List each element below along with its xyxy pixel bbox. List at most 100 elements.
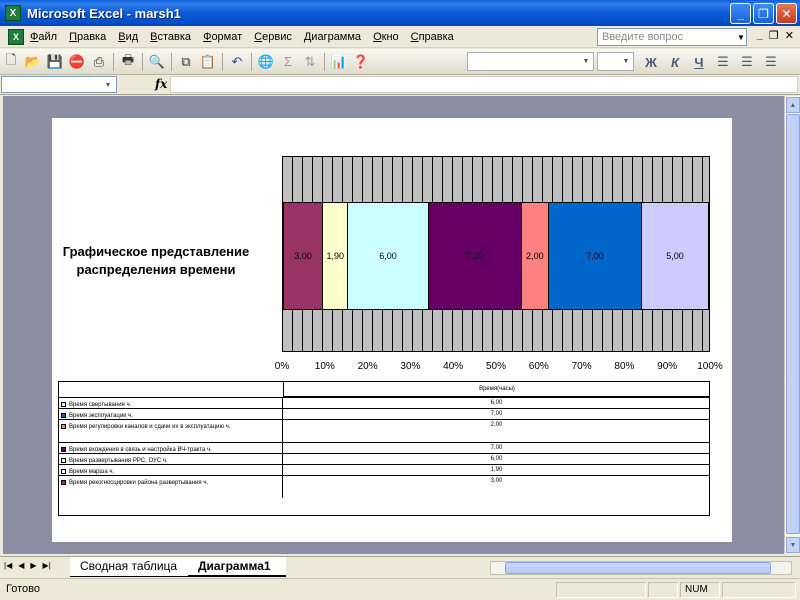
data-table-row-label: Время развертывания РРС, ОУС ч.	[59, 454, 283, 464]
align-left-icon[interactable]: ☰	[713, 52, 733, 72]
data-table-row: Время свертывания ч. 6,00	[59, 397, 710, 408]
x-tick-label: 100%	[697, 361, 723, 372]
legend-text: Время регулировки каналов и сдачи их в э…	[69, 424, 231, 430]
menu-chart[interactable]: Диаграмма	[298, 26, 367, 48]
data-table[interactable]: Время(часы) Время свертывания ч. 6,00 Врем…	[58, 381, 710, 516]
data-table-row-label: Время эксплуатации ч.	[59, 409, 283, 419]
formula-input[interactable]	[170, 76, 798, 93]
sort-icon[interactable]: ⇅	[300, 52, 320, 72]
font-size-select[interactable]: ▼	[597, 52, 634, 71]
bar-segment[interactable]: 3,00	[283, 202, 324, 310]
minimize-button[interactable]: _	[730, 3, 751, 24]
paste-icon[interactable]: 📋	[198, 52, 218, 72]
workbook-icon[interactable]: X	[8, 28, 24, 45]
bar-segment[interactable]: 6,00	[348, 202, 429, 310]
hyperlink-icon[interactable]: 🌐	[256, 52, 276, 72]
chart-wizard-icon[interactable]: 📊	[329, 52, 349, 72]
bar-segment[interactable]: 1,90	[323, 202, 349, 310]
tab-chart1[interactable]: Диаграмма1	[188, 557, 286, 577]
data-table-row-label: Время свертывания ч.	[59, 398, 283, 408]
menu-format[interactable]: Формат	[197, 26, 248, 48]
chart-title[interactable]: Графическое представление распределения …	[56, 243, 256, 279]
doc-minimize-button[interactable]: _	[757, 29, 763, 42]
bar-segment[interactable]: 5,00	[642, 202, 709, 310]
plot-area[interactable]: 3,00 1,90 6,00 7,00 2,00 7,00 5,00	[282, 156, 710, 352]
bar-segment[interactable]: 7,00	[428, 202, 523, 310]
data-table-value: 6,00	[490, 400, 503, 406]
name-box-dropdown-icon[interactable]: ▼	[102, 78, 114, 93]
data-table-row: Время развертывания РРС, ОУС ч. 6,00	[59, 453, 710, 464]
bar-data-label: 3,00	[294, 251, 312, 261]
x-tick-label: 80%	[614, 361, 635, 372]
bar-data-label: 1,90	[326, 251, 344, 261]
horizontal-scroll-thumb[interactable]	[505, 562, 771, 574]
status-bar: Готово NUM	[0, 578, 800, 600]
x-tick-label: 10%	[314, 361, 335, 372]
toolbar-separator	[324, 52, 325, 71]
underline-button[interactable]: Ч	[689, 52, 709, 72]
autosum-icon[interactable]: Σ	[278, 52, 298, 72]
menu-insert[interactable]: Вставка	[144, 26, 197, 48]
align-right-icon[interactable]: ☰	[761, 52, 781, 72]
vertical-scroll-thumb[interactable]	[786, 114, 800, 534]
size-dropdown-icon[interactable]: ▼	[620, 54, 632, 69]
menu-edit[interactable]: Правка	[63, 26, 112, 48]
bar-segment[interactable]: 2,00	[522, 202, 549, 310]
menu-help[interactable]: Справка	[405, 26, 460, 48]
menu-window[interactable]: Окно	[367, 26, 405, 48]
excel-app-icon[interactable]: X	[5, 5, 21, 21]
name-box[interactable]: ▼	[1, 76, 117, 93]
research-icon[interactable]: 🔍	[147, 52, 167, 72]
help-question-input[interactable]: Введите вопрос	[597, 28, 747, 46]
tab-summary-table[interactable]: Сводная таблица	[70, 557, 190, 577]
doc-close-button[interactable]: ✕	[785, 29, 794, 42]
maximize-button[interactable]: ❐	[753, 3, 774, 24]
menu-file[interactable]: Файл	[24, 26, 63, 48]
open-icon[interactable]: 📂	[23, 52, 43, 72]
toolbar-separator	[222, 52, 223, 71]
bar-data-label: 2,00	[526, 251, 544, 261]
x-tick-label: 0%	[274, 361, 290, 372]
data-table-row: Время рекогносцировки района развертыван…	[59, 475, 710, 498]
toolbar-separator	[251, 52, 252, 71]
copy-icon[interactable]: ⧉	[176, 52, 196, 72]
num-lock-indicator: NUM	[680, 582, 720, 598]
first-sheet-icon[interactable]: |◀	[4, 561, 12, 570]
toolbar-separator	[113, 52, 114, 71]
close-button[interactable]: ✕	[776, 3, 797, 24]
last-sheet-icon[interactable]: ▶|	[43, 561, 51, 570]
x-tick-label: 40%	[443, 361, 464, 372]
font-name-select[interactable]: ▼	[467, 52, 594, 71]
insert-function-icon[interactable]: fx	[155, 77, 167, 91]
print-preview-icon[interactable]: ⎙	[89, 52, 109, 72]
menu-tools[interactable]: Сервис	[248, 26, 298, 48]
menu-view[interactable]: Вид	[112, 26, 144, 48]
horizontal-scrollbar[interactable]	[490, 561, 792, 575]
new-icon[interactable]: 🗋	[1, 52, 21, 72]
permission-icon[interactable]: ⛔	[67, 52, 87, 72]
bold-button[interactable]: Ж	[641, 52, 661, 72]
font-dropdown-icon[interactable]: ▼	[580, 54, 592, 69]
x-tick-label: 60%	[528, 361, 549, 372]
italic-button[interactable]: К	[665, 52, 685, 72]
align-center-icon[interactable]: ☰	[737, 52, 757, 72]
print-icon[interactable]: 🖶	[118, 52, 138, 72]
doc-restore-button[interactable]: ❐	[769, 29, 779, 42]
scroll-up-icon[interactable]: ▲	[786, 97, 800, 113]
scroll-down-icon[interactable]: ▼	[786, 537, 800, 553]
x-tick-label: 90%	[657, 361, 678, 372]
next-sheet-icon[interactable]: ▶	[30, 561, 36, 570]
menu-bar: X Файл Правка Вид Вставка Формат Сервис …	[0, 26, 800, 48]
help-icon[interactable]: ❓	[351, 52, 371, 72]
data-table-row: Время вхождения в связь и настройка ВЧ-т…	[59, 442, 710, 453]
status-panel-empty	[648, 582, 678, 598]
bar-segment[interactable]: 7,00	[548, 202, 643, 310]
save-icon[interactable]: 💾	[45, 52, 65, 72]
toolbar-separator	[142, 52, 143, 71]
vertical-scrollbar[interactable]: ▲ ▼	[784, 96, 800, 554]
prev-sheet-icon[interactable]: ◀	[18, 561, 24, 570]
data-table-value: 2,00	[490, 422, 503, 428]
help-dropdown-icon[interactable]: ▼	[735, 29, 747, 45]
x-tick-label: 70%	[571, 361, 592, 372]
undo-icon[interactable]: ↶	[227, 52, 247, 72]
